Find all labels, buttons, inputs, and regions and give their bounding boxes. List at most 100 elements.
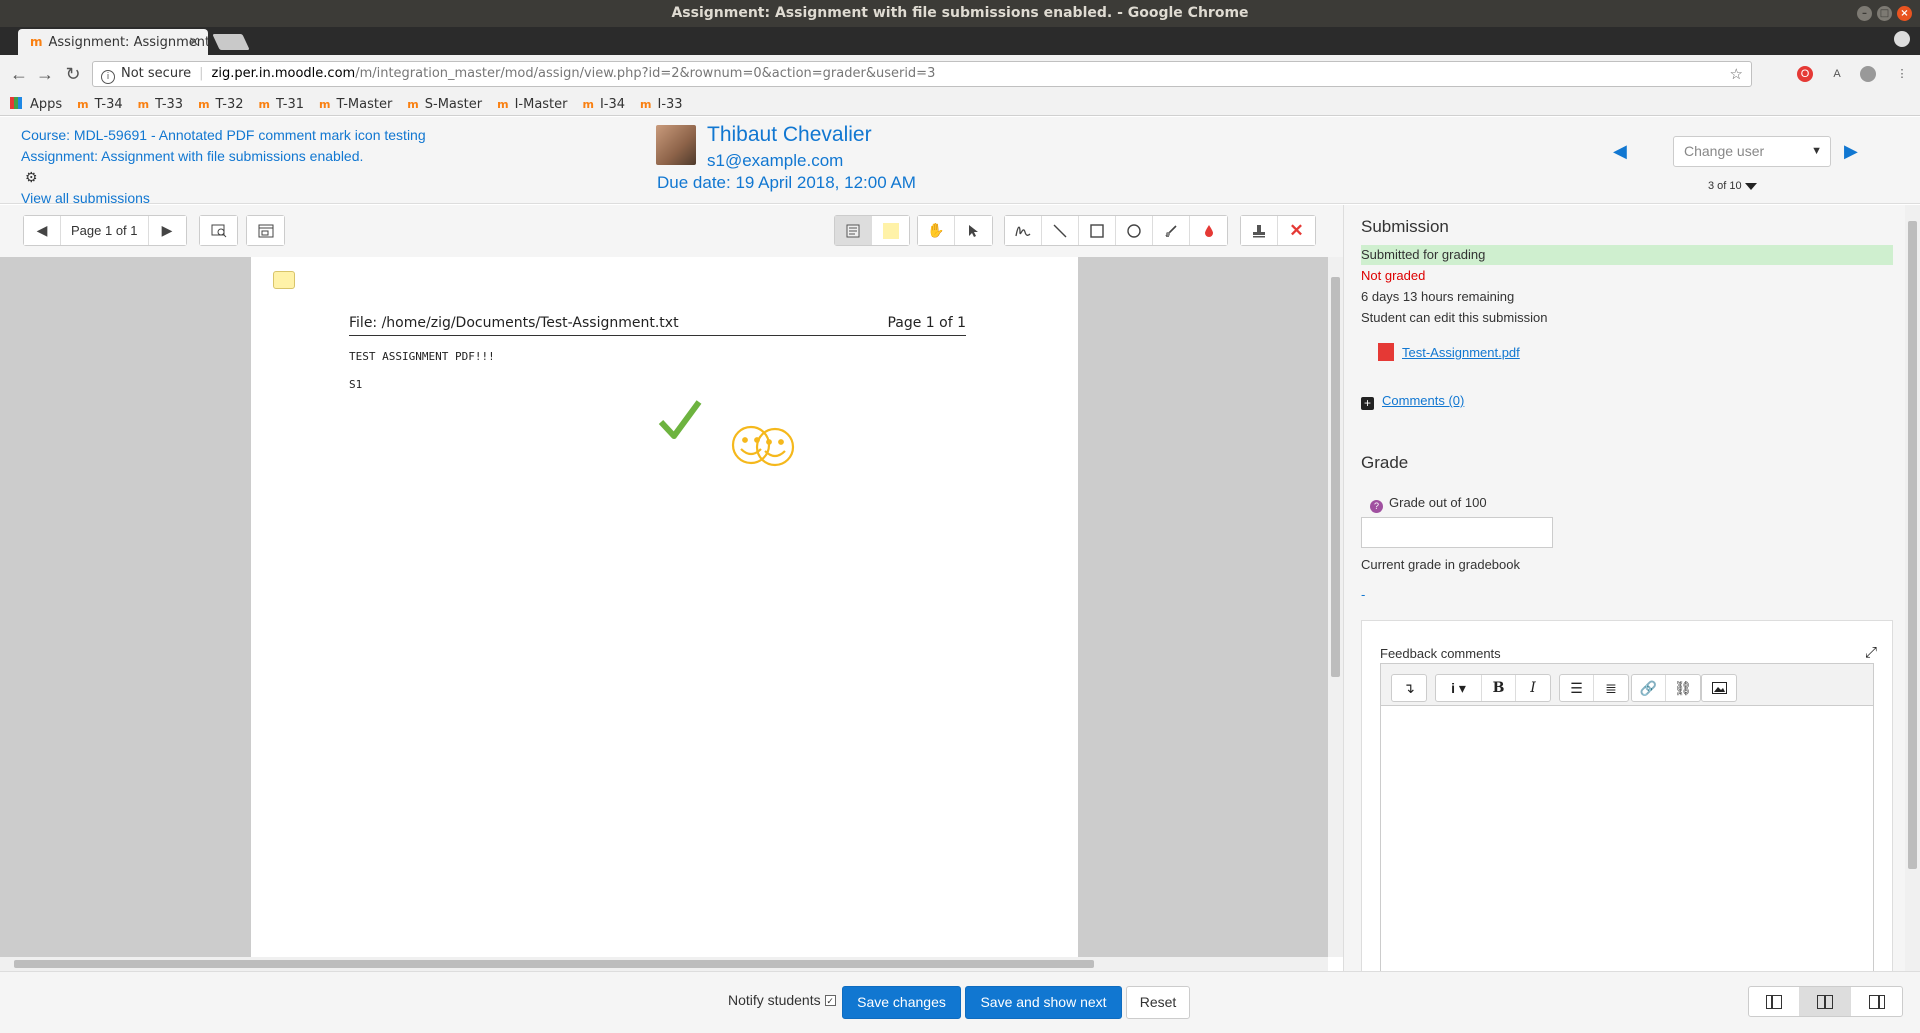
image-icon[interactable]: [1702, 675, 1736, 701]
moodle-favicon-icon: m: [198, 97, 210, 111]
browser-tab[interactable]: m Assignment: Assignment with file submis…: [18, 29, 208, 55]
bookmark-item[interactable]: m I-33: [640, 97, 683, 112]
next-page-icon[interactable]: ▶: [148, 216, 186, 245]
bookmark-item[interactable]: m S-Master: [407, 97, 482, 112]
feedback-editor[interactable]: [1380, 705, 1874, 971]
bookmark-apps[interactable]: Apps: [10, 96, 62, 112]
notify-students[interactable]: Notify students ✓: [728, 992, 836, 1008]
select-icon[interactable]: [955, 216, 992, 245]
bookmarks-bar: Apps m T-34 m T-33 m T-32 m T-31 m T-Master m…: [0, 93, 1920, 116]
info-icon[interactable]: i: [101, 70, 115, 84]
moodle-favicon-icon: m: [30, 35, 43, 49]
new-tab-button[interactable]: [212, 34, 250, 50]
breadcrumb: Course: MDL-59691 - Annotated PDF commen…: [21, 125, 426, 209]
reset-button[interactable]: Reset: [1126, 986, 1190, 1019]
default-layout-icon[interactable]: [1800, 987, 1851, 1016]
bookmark-item[interactable]: m I-Master: [497, 97, 567, 112]
gear-icon[interactable]: ⚙: [25, 167, 38, 188]
comments-toggle[interactable]: + Comments (0): [1361, 393, 1464, 410]
pdf-file-path: File: /home/zig/Documents/Test-Assignmen…: [349, 315, 679, 331]
bookmark-item[interactable]: m T-32: [198, 97, 243, 112]
delete-icon[interactable]: ✕: [1278, 216, 1315, 245]
close-tab-icon[interactable]: ×: [188, 29, 200, 55]
collapse-icon[interactable]: ↴: [1392, 675, 1426, 701]
page-select[interactable]: Page 1 of 1: [61, 216, 149, 245]
notify-checkbox[interactable]: ✓: [824, 995, 836, 1006]
unordered-list-icon[interactable]: ☰: [1560, 675, 1594, 701]
expand-comments-icon[interactable]: [247, 216, 284, 245]
search-comments-icon[interactable]: [200, 216, 237, 245]
comment-marker-icon[interactable]: [273, 271, 295, 289]
change-user-select[interactable]: Change user ▼: [1673, 136, 1831, 167]
atto-list-group: ☰ ≣: [1559, 674, 1629, 702]
collapse-review-panel-icon[interactable]: [1749, 987, 1800, 1016]
grade-input[interactable]: [1361, 517, 1553, 548]
bookmark-item[interactable]: m T-31: [259, 97, 304, 112]
filter-icon[interactable]: [1744, 183, 1757, 190]
previous-page-icon[interactable]: ◀: [24, 216, 61, 245]
opera-extension-icon[interactable]: O: [1797, 66, 1813, 82]
user-name-link[interactable]: Thibaut Chevalier: [707, 123, 872, 147]
grade-label: Grade out of 100: [1389, 495, 1487, 510]
pdf-horizontal-scrollbar[interactable]: [0, 957, 1328, 971]
moodle-favicon-icon: m: [497, 97, 509, 111]
pan-icon[interactable]: ✋: [918, 216, 955, 245]
save-changes-button[interactable]: Save changes: [842, 986, 961, 1019]
previous-user-icon[interactable]: ◀: [1613, 141, 1627, 162]
chrome-menu-icon[interactable]: ⋮: [1894, 66, 1910, 82]
tick-stamp-icon[interactable]: [658, 399, 702, 441]
pdf-vertical-scrollbar[interactable]: [1328, 257, 1343, 957]
stamp-icon[interactable]: [1241, 216, 1278, 245]
address-bar[interactable]: i Not secure | zig.per.in.moodle.com/m/inte…: [92, 61, 1752, 87]
pdf-page[interactable]: File: /home/zig/Documents/Test-Assignmen…: [251, 257, 1078, 957]
avatar[interactable]: [656, 125, 696, 165]
collapse-grade-panel-icon[interactable]: [1851, 987, 1902, 1016]
forward-icon[interactable]: →: [34, 63, 56, 85]
ordered-list-icon[interactable]: ≣: [1594, 675, 1628, 701]
italic-icon[interactable]: I: [1516, 675, 1550, 701]
highlight-icon[interactable]: [1153, 216, 1190, 245]
profile-icon[interactable]: [1894, 31, 1910, 47]
scrollbar-thumb[interactable]: [1331, 277, 1340, 677]
maximize-button[interactable]: □: [1877, 6, 1892, 21]
scrollbar-thumb[interactable]: [14, 960, 1094, 968]
line-icon[interactable]: [1042, 216, 1079, 245]
reload-icon[interactable]: ↻: [62, 63, 84, 85]
pdf-viewer[interactable]: File: /home/zig/Documents/Test-Assignmen…: [0, 257, 1328, 957]
atto-format-group: i ▾ B I: [1435, 674, 1551, 702]
smiley-stamp-icon[interactable]: [731, 419, 801, 471]
translate-extension-icon[interactable]: A: [1829, 66, 1845, 82]
bold-icon[interactable]: B: [1482, 675, 1516, 701]
time-remaining: 6 days 13 hours remaining: [1361, 289, 1515, 304]
bookmark-item[interactable]: m T-Master: [319, 97, 392, 112]
comment-colour-icon[interactable]: [872, 216, 909, 245]
grade-panel: Submission Submitted for grading Not gra…: [1343, 205, 1905, 971]
scrollbar-thumb[interactable]: [1908, 221, 1917, 869]
minimize-button[interactable]: –: [1857, 6, 1872, 21]
unlink-icon[interactable]: ⛓: [1666, 675, 1700, 701]
submission-file-link[interactable]: Test-Assignment.pdf: [1378, 343, 1520, 361]
bookmark-star-icon[interactable]: ☆: [1730, 62, 1743, 86]
close-window-button[interactable]: ×: [1897, 6, 1912, 21]
assignment-link[interactable]: Assignment: Assignment with file submiss…: [21, 146, 426, 167]
annotation-colour-icon[interactable]: [1190, 216, 1227, 245]
panel-scrollbar[interactable]: [1905, 205, 1920, 971]
extension-icon[interactable]: [1860, 66, 1876, 82]
paragraph-styles-icon[interactable]: i ▾: [1436, 675, 1482, 701]
back-icon[interactable]: ←: [8, 63, 30, 85]
bookmark-item[interactable]: m T-34: [77, 97, 122, 112]
course-link[interactable]: Course: MDL-59691 - Annotated PDF commen…: [21, 125, 426, 146]
current-grade-value[interactable]: -: [1361, 587, 1365, 602]
oval-icon[interactable]: [1116, 216, 1153, 245]
link-icon[interactable]: 🔗: [1632, 675, 1666, 701]
fullscreen-icon[interactable]: ⤢: [1865, 644, 1877, 661]
rectangle-icon[interactable]: [1079, 216, 1116, 245]
bookmark-item[interactable]: m T-33: [138, 97, 183, 112]
next-user-icon[interactable]: ▶: [1844, 141, 1858, 162]
bookmark-item[interactable]: m I-34: [583, 97, 626, 112]
save-and-show-next-button[interactable]: Save and show next: [965, 986, 1122, 1019]
pen-icon[interactable]: [1005, 216, 1042, 245]
help-icon[interactable]: ?: [1370, 500, 1383, 513]
comment-icon[interactable]: [835, 216, 872, 245]
atto-link-group: 🔗 ⛓: [1631, 674, 1701, 702]
